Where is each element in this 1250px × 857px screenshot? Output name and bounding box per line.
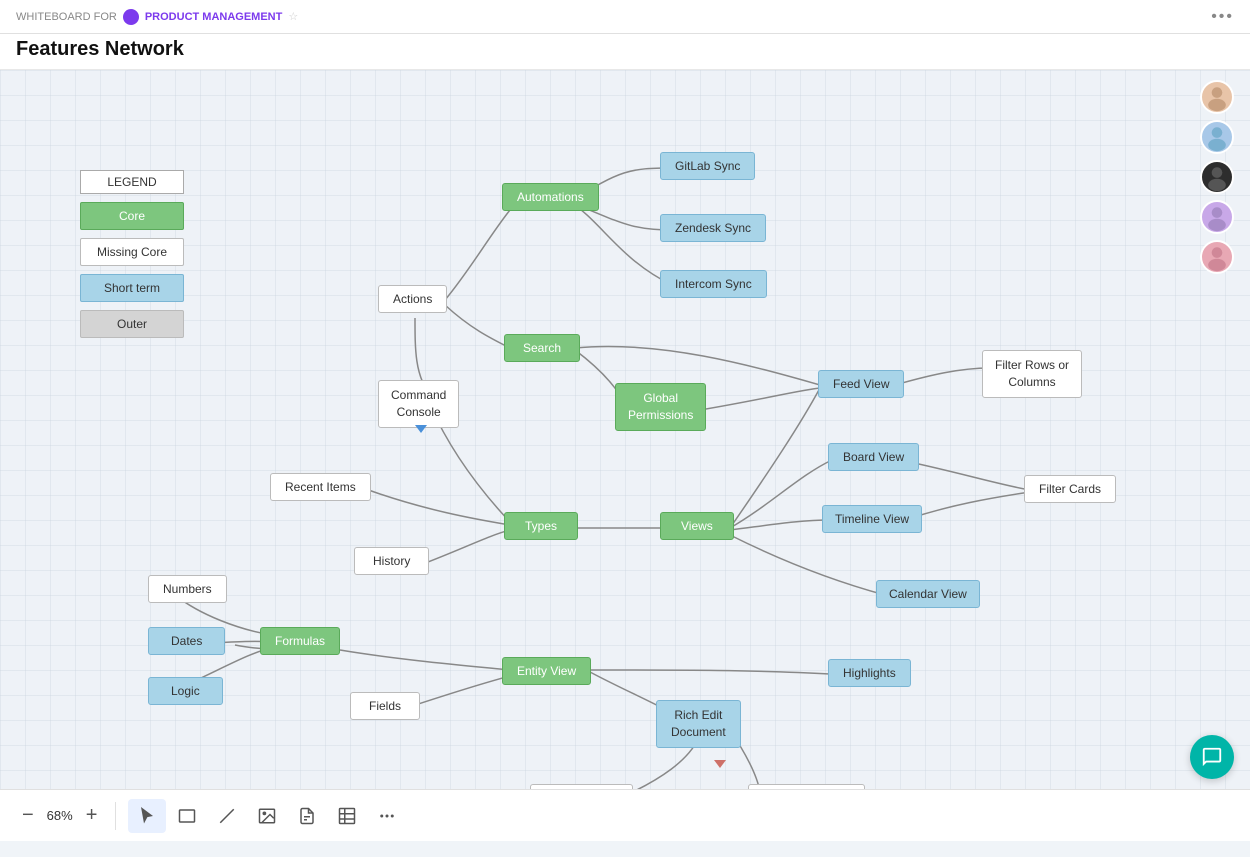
table-icon (338, 807, 356, 825)
zoom-plus-button[interactable]: + (80, 802, 104, 829)
chat-button[interactable] (1190, 735, 1234, 779)
select-icon (138, 807, 156, 825)
node-board-view[interactable]: Board View (828, 443, 919, 471)
node-history[interactable]: History (354, 547, 429, 575)
line-icon (218, 807, 236, 825)
zoom-minus-button[interactable]: − (16, 802, 40, 829)
document-icon (298, 807, 316, 825)
avatar-3[interactable] (1200, 160, 1234, 194)
node-gitlab[interactable]: GitLab Sync (660, 152, 755, 180)
zoom-value: 68% (42, 808, 78, 823)
avatar-2[interactable] (1200, 120, 1234, 154)
header: WHITEBOARD FOR PRODUCT MANAGEMENT ☆ ••• (0, 0, 1250, 34)
node-global-permissions[interactable]: GlobalPermissions (615, 383, 706, 431)
node-filter-cards[interactable]: Filter Cards (1024, 475, 1116, 503)
tool-table[interactable] (328, 799, 366, 833)
connections-svg (0, 70, 1250, 841)
tool-more[interactable] (368, 799, 406, 833)
node-search[interactable]: Search (504, 334, 580, 362)
node-timeline-view[interactable]: Timeline View (822, 505, 922, 533)
node-automations[interactable]: Automations (502, 183, 599, 211)
node-feed-view[interactable]: Feed View (818, 370, 904, 398)
canvas-area[interactable]: LEGEND Core Missing Core Short term Oute… (0, 70, 1250, 841)
star-icon[interactable]: ☆ (288, 10, 298, 23)
node-intercom[interactable]: Intercom Sync (660, 270, 767, 298)
tool-image[interactable] (248, 799, 286, 833)
node-formulas[interactable]: Formulas (260, 627, 340, 655)
node-actions[interactable]: Actions (378, 285, 447, 313)
legend-core: Core (80, 202, 184, 230)
node-highlights[interactable]: Highlights (828, 659, 911, 687)
avatar-1[interactable] (1200, 80, 1234, 114)
node-entity-view[interactable]: Entity View (502, 657, 591, 685)
legend-outer: Outer (80, 310, 184, 338)
node-views[interactable]: Views (660, 512, 734, 540)
tool-select[interactable] (128, 799, 166, 833)
title-bar: Features Network (0, 34, 1250, 70)
image-icon (258, 807, 276, 825)
node-numbers[interactable]: Numbers (148, 575, 227, 603)
page-title: Features Network (16, 38, 1234, 61)
node-dates[interactable]: Dates (148, 627, 225, 655)
node-fields[interactable]: Fields (350, 692, 420, 720)
avatar-4[interactable] (1200, 200, 1234, 234)
bottom-toolbar: − 68% + (0, 789, 1250, 841)
rectangle-icon (178, 807, 196, 825)
node-calendar-view[interactable]: Calendar View (876, 580, 980, 608)
node-zendesk[interactable]: Zendesk Sync (660, 214, 766, 242)
legend-short-term: Short term (80, 274, 184, 302)
legend-panel: LEGEND Core Missing Core Short term Oute… (80, 170, 184, 338)
avatar-5[interactable] (1200, 240, 1234, 274)
node-command-console[interactable]: CommandConsole (378, 380, 459, 428)
node-types[interactable]: Types (504, 512, 578, 540)
whiteboard-for-label: WHITEBOARD FOR (16, 11, 117, 23)
legend-title: LEGEND (80, 170, 184, 194)
tool-rectangle[interactable] (168, 799, 206, 833)
more-button[interactable]: ••• (1211, 8, 1234, 26)
node-logic[interactable]: Logic (148, 677, 223, 705)
legend-missing-core: Missing Core (80, 238, 184, 266)
product-management-label: PRODUCT MANAGEMENT (145, 11, 283, 23)
node-recent-items[interactable]: Recent Items (270, 473, 371, 501)
node-filter-rows[interactable]: Filter Rows orColumns (982, 350, 1082, 398)
tool-line[interactable] (208, 799, 246, 833)
tool-document[interactable] (288, 799, 326, 833)
more-tools-icon (378, 807, 396, 825)
node-rich-edit[interactable]: Rich EditDocument (656, 700, 741, 748)
avatars-panel (1200, 80, 1234, 274)
product-logo-icon (123, 9, 139, 25)
